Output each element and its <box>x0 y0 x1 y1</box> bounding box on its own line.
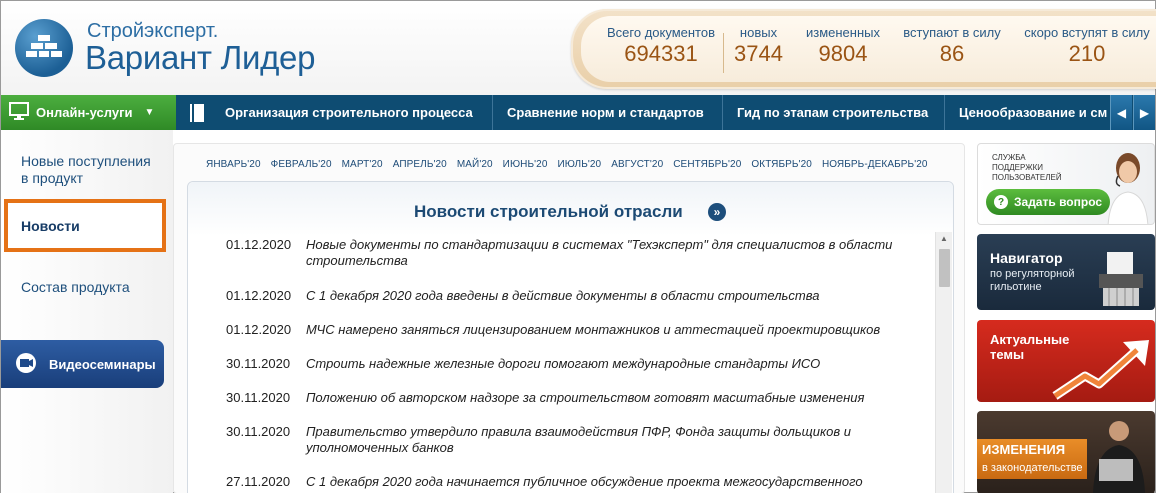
news-title[interactable]: Новости строительной отрасли <box>414 202 683 222</box>
news-link[interactable]: Строить надежные железные дороги помогаю… <box>306 356 896 372</box>
main-content: ЯНВАРЬ'20 ФЕВРАЛЬ'20 МАРТ'20 АПРЕЛЬ'20 М… <box>173 143 965 493</box>
scrollbar-thumb[interactable] <box>939 249 950 287</box>
navigator-subtitle: по регуляторной гильотине <box>990 268 1075 293</box>
news-date: 30.11.2020 <box>226 356 291 371</box>
support-service-label: СЛУЖБА ПОДДЕРЖКИ ПОЛЬЗОВАТЕЛЕЙ <box>992 153 1062 182</box>
news-date: 30.11.2020 <box>226 390 291 405</box>
question-icon: ? <box>994 195 1008 209</box>
trend-arrow-icon <box>1052 340 1149 400</box>
go-arrow-icon[interactable]: » <box>708 203 726 221</box>
nav-item-norms-comparison[interactable]: Сравнение норм и стандартов <box>492 95 721 130</box>
news-link[interactable]: С 1 декабря 2020 года начинается публичн… <box>306 474 896 490</box>
month-link[interactable]: ОКТЯБРЬ'20 <box>751 159 812 170</box>
video-seminars-label: Видеосеминары <box>49 356 156 372</box>
month-link[interactable]: ИЮНЬ'20 <box>503 159 548 170</box>
stat-in-force[interactable]: вступают в силу 86 <box>899 25 1005 67</box>
current-topics-banner[interactable]: Актуальные темы <box>977 320 1155 402</box>
caret-down-icon: ▼ <box>144 107 155 118</box>
online-services-label: Онлайн-услуги <box>36 105 133 120</box>
month-link[interactable]: МАЙ'20 <box>457 159 493 170</box>
navigator-title: Навигатор <box>990 250 1063 266</box>
sidebar-item-news-label: Новости <box>21 218 80 234</box>
month-link[interactable]: МАРТ'20 <box>342 159 383 170</box>
news-link[interactable]: Правительство утвердило правила взаимоде… <box>306 424 896 456</box>
news-date: 01.12.2020 <box>226 237 292 252</box>
news-link[interactable]: МЧС намерено заняться лицензированием мо… <box>306 322 896 338</box>
month-link[interactable]: ЯНВАРЬ'20 <box>206 159 261 170</box>
nav-scroll-left-icon[interactable]: ◀ <box>1110 95 1132 130</box>
month-filter: ЯНВАРЬ'20 ФЕВРАЛЬ'20 МАРТ'20 АПРЕЛЬ'20 М… <box>206 159 928 170</box>
nav-item-construction-guide[interactable]: Гид по этапам строительства <box>722 95 943 130</box>
video-camera-icon <box>15 352 41 377</box>
nav-item-construction-process[interactable]: Организация строительного процесса <box>216 95 491 130</box>
nav-scroll-right-icon[interactable]: ▶ <box>1133 95 1155 130</box>
stat-new[interactable]: новых 3744 <box>731 25 786 67</box>
news-header: Новости строительной отрасли » <box>188 182 953 236</box>
businessman-icon <box>1093 421 1145 493</box>
news-link[interactable]: Положению об авторском надзоре за строит… <box>306 390 896 406</box>
news-date: 30.11.2020 <box>226 424 291 439</box>
header: Стройэксперт. Вариант Лидер Всего докуме… <box>1 1 1156 95</box>
ask-question-button[interactable]: ? Задать вопрос <box>986 189 1110 215</box>
sidebar-item-news[interactable]: Новости <box>4 199 166 252</box>
legislation-changes-banner[interactable]: ИЗМЕНЕНИЯ в законодательстве <box>977 411 1155 493</box>
month-link[interactable]: АВГУСТ'20 <box>611 159 663 170</box>
news-link[interactable]: С 1 декабря 2020 года введены в действие… <box>306 288 896 304</box>
month-link[interactable]: ИЮЛЬ'20 <box>557 159 601 170</box>
sidebar-item-new-arrivals[interactable]: Новые поступления в продукт <box>21 153 161 187</box>
logo-bricks-icon[interactable] <box>15 19 73 77</box>
news-date: 01.12.2020 <box>226 322 292 337</box>
sidebar-item-product-contents[interactable]: Состав продукта <box>21 279 130 296</box>
book-icon[interactable] <box>178 95 216 130</box>
news-date: 01.12.2020 <box>226 288 292 303</box>
top-navigation: Онлайн-услуги ▼ Организация строительног… <box>1 95 1155 130</box>
month-link[interactable]: ФЕВРАЛЬ'20 <box>271 159 332 170</box>
online-services-menu[interactable]: Онлайн-услуги ▼ <box>1 95 176 130</box>
support-operator-icon <box>1107 153 1149 224</box>
month-link[interactable]: АПРЕЛЬ'20 <box>393 159 447 170</box>
stat-soon-in-force[interactable]: скоро вступят в силу 210 <box>1021 25 1153 67</box>
month-link[interactable]: НОЯБРЬ-ДЕКАБРЬ'20 <box>822 159 928 170</box>
stat-total[interactable]: Всего документов 694331 <box>601 25 721 67</box>
logo-title-main[interactable]: Вариант Лидер <box>85 39 315 77</box>
video-seminars-button[interactable]: Видеосеминары <box>1 340 164 388</box>
legislation-title: ИЗМЕНЕНИЯ <box>982 442 1066 457</box>
news-scrollbar[interactable]: ▲ <box>935 232 952 493</box>
monitor-icon <box>9 102 29 123</box>
shredder-icon <box>1099 252 1143 306</box>
legislation-subtitle: в законодательстве <box>982 462 1083 474</box>
scroll-up-icon[interactable]: ▲ <box>936 232 952 246</box>
month-link[interactable]: СЕНТЯБРЬ'20 <box>673 159 741 170</box>
news-panel: Новости строительной отрасли » 01.12.202… <box>187 181 954 493</box>
stat-changed[interactable]: измененных 9804 <box>803 25 883 67</box>
document-stats-panel: Всего документов 694331 новых 3744 измен… <box>571 9 1156 89</box>
navigator-banner[interactable]: Навигатор по регуляторной гильотине <box>977 234 1155 310</box>
news-link[interactable]: Новые документы по стандартизации в сист… <box>306 237 896 269</box>
support-banner[interactable]: СЛУЖБА ПОДДЕРЖКИ ПОЛЬЗОВАТЕЛЕЙ ? Задать … <box>977 143 1155 225</box>
nav-item-pricing[interactable]: Ценообразование и см <box>944 95 1110 130</box>
left-sidebar: Новые поступления в продукт Новости Сост… <box>1 130 173 493</box>
news-date: 27.11.2020 <box>226 474 291 489</box>
